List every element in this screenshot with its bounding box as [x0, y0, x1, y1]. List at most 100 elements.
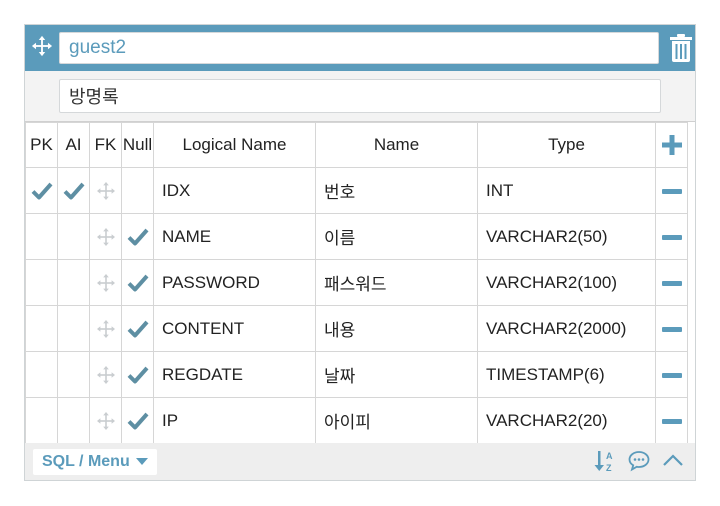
plus-icon[interactable] — [661, 134, 683, 156]
drag-handle-icon[interactable] — [96, 228, 115, 247]
pk-toggle[interactable] — [25, 305, 58, 352]
header-null: Null — [121, 122, 154, 168]
fk-cell[interactable] — [89, 305, 122, 352]
remove-column-button[interactable] — [655, 259, 688, 306]
checkmark-icon — [127, 228, 148, 246]
fk-cell[interactable] — [89, 167, 122, 214]
name-field[interactable]: 패스워드 — [315, 259, 478, 306]
table-comment-input[interactable] — [59, 79, 661, 113]
name-field[interactable]: 날짜 — [315, 351, 478, 398]
name-field[interactable]: 번호 — [315, 167, 478, 214]
sql-menu-label: SQL / Menu — [42, 453, 130, 470]
checkmark-icon — [127, 320, 148, 338]
table-comment-row — [25, 71, 695, 122]
move-icon[interactable] — [31, 35, 53, 57]
fk-cell[interactable] — [89, 213, 122, 260]
name-field[interactable]: 이름 — [315, 213, 478, 260]
logical-name-field[interactable]: CONTENT — [153, 305, 316, 352]
trash-icon[interactable] — [669, 33, 693, 63]
minus-icon[interactable] — [661, 234, 682, 240]
fk-cell[interactable] — [89, 259, 122, 306]
table-footer: SQL / Menu A Z — [25, 443, 695, 480]
null-toggle[interactable] — [121, 351, 154, 398]
ai-toggle[interactable] — [57, 213, 90, 260]
null-toggle[interactable] — [121, 305, 154, 352]
pk-toggle[interactable] — [25, 213, 58, 260]
columns-header-row: PK AI FK Null Logical Name Name Type — [25, 122, 688, 168]
type-field[interactable]: VARCHAR2(2000) — [477, 305, 656, 352]
column-row: IDX 번호 INT — [25, 167, 688, 214]
minus-icon[interactable] — [661, 280, 682, 286]
pk-toggle[interactable] — [25, 259, 58, 306]
null-toggle[interactable] — [121, 167, 154, 214]
checkmark-icon — [127, 274, 148, 292]
comment-icon[interactable] — [627, 449, 651, 473]
remove-column-button[interactable] — [655, 305, 688, 352]
logical-name-field[interactable]: IDX — [153, 167, 316, 214]
null-toggle[interactable] — [121, 397, 154, 444]
name-field[interactable]: 아이피 — [315, 397, 478, 444]
header-logical-name: Logical Name — [153, 122, 316, 168]
add-column-button[interactable] — [655, 122, 688, 168]
remove-column-button[interactable] — [655, 167, 688, 214]
logical-name-field[interactable]: REGDATE — [153, 351, 316, 398]
null-toggle[interactable] — [121, 259, 154, 306]
remove-column-button[interactable] — [655, 397, 688, 444]
table-name-input[interactable] — [59, 32, 659, 64]
ai-toggle[interactable] — [57, 167, 90, 214]
sql-menu-button[interactable]: SQL / Menu — [33, 449, 157, 475]
column-row: REGDATE 날짜 TIMESTAMP(6) — [25, 351, 688, 398]
ai-toggle[interactable] — [57, 305, 90, 352]
header-name: Name — [315, 122, 478, 168]
type-field[interactable]: INT — [477, 167, 656, 214]
minus-icon[interactable] — [661, 188, 682, 194]
column-row: NAME 이름 VARCHAR2(50) — [25, 213, 688, 260]
columns-table: PK AI FK Null Logical Name Name Type IDX… — [25, 122, 688, 444]
header-fk: FK — [89, 122, 122, 168]
checkmark-icon — [127, 412, 148, 430]
pk-toggle[interactable] — [25, 397, 58, 444]
type-field[interactable]: VARCHAR2(100) — [477, 259, 656, 306]
minus-icon[interactable] — [661, 372, 682, 378]
null-toggle[interactable] — [121, 213, 154, 260]
svg-text:A: A — [606, 451, 613, 461]
ai-toggle[interactable] — [57, 259, 90, 306]
header-type: Type — [477, 122, 656, 168]
checkmark-icon — [127, 366, 148, 384]
remove-column-button[interactable] — [655, 213, 688, 260]
logical-name-field[interactable]: PASSWORD — [153, 259, 316, 306]
pk-toggle[interactable] — [25, 167, 58, 214]
fk-cell[interactable] — [89, 351, 122, 398]
type-field[interactable]: VARCHAR2(20) — [477, 397, 656, 444]
header-ai: AI — [57, 122, 90, 168]
drag-handle-icon[interactable] — [96, 366, 115, 385]
logical-name-field[interactable]: NAME — [153, 213, 316, 260]
minus-icon[interactable] — [661, 326, 682, 332]
drag-handle-icon[interactable] — [96, 412, 115, 431]
drag-handle-icon[interactable] — [96, 274, 115, 293]
drag-handle-icon[interactable] — [96, 182, 115, 201]
checkmark-icon — [63, 182, 84, 200]
type-field[interactable]: TIMESTAMP(6) — [477, 351, 656, 398]
collapse-icon[interactable] — [661, 449, 685, 473]
type-field[interactable]: VARCHAR2(50) — [477, 213, 656, 260]
svg-text:Z: Z — [606, 463, 612, 473]
table-editor-panel: PK AI FK Null Logical Name Name Type IDX… — [24, 24, 696, 481]
column-row: PASSWORD 패스워드 VARCHAR2(100) — [25, 259, 688, 306]
minus-icon[interactable] — [661, 418, 682, 424]
column-row: IP 아이피 VARCHAR2(20) — [25, 397, 688, 444]
remove-column-button[interactable] — [655, 351, 688, 398]
header-pk: PK — [25, 122, 58, 168]
caret-down-icon — [135, 458, 148, 466]
ai-toggle[interactable] — [57, 397, 90, 444]
column-row: CONTENT 내용 VARCHAR2(2000) — [25, 305, 688, 352]
ai-toggle[interactable] — [57, 351, 90, 398]
checkmark-icon — [31, 182, 52, 200]
drag-handle-icon[interactable] — [96, 320, 115, 339]
name-field[interactable]: 내용 — [315, 305, 478, 352]
sort-az-icon[interactable]: A Z — [594, 449, 618, 473]
table-header — [25, 25, 695, 71]
logical-name-field[interactable]: IP — [153, 397, 316, 444]
pk-toggle[interactable] — [25, 351, 58, 398]
fk-cell[interactable] — [89, 397, 122, 444]
